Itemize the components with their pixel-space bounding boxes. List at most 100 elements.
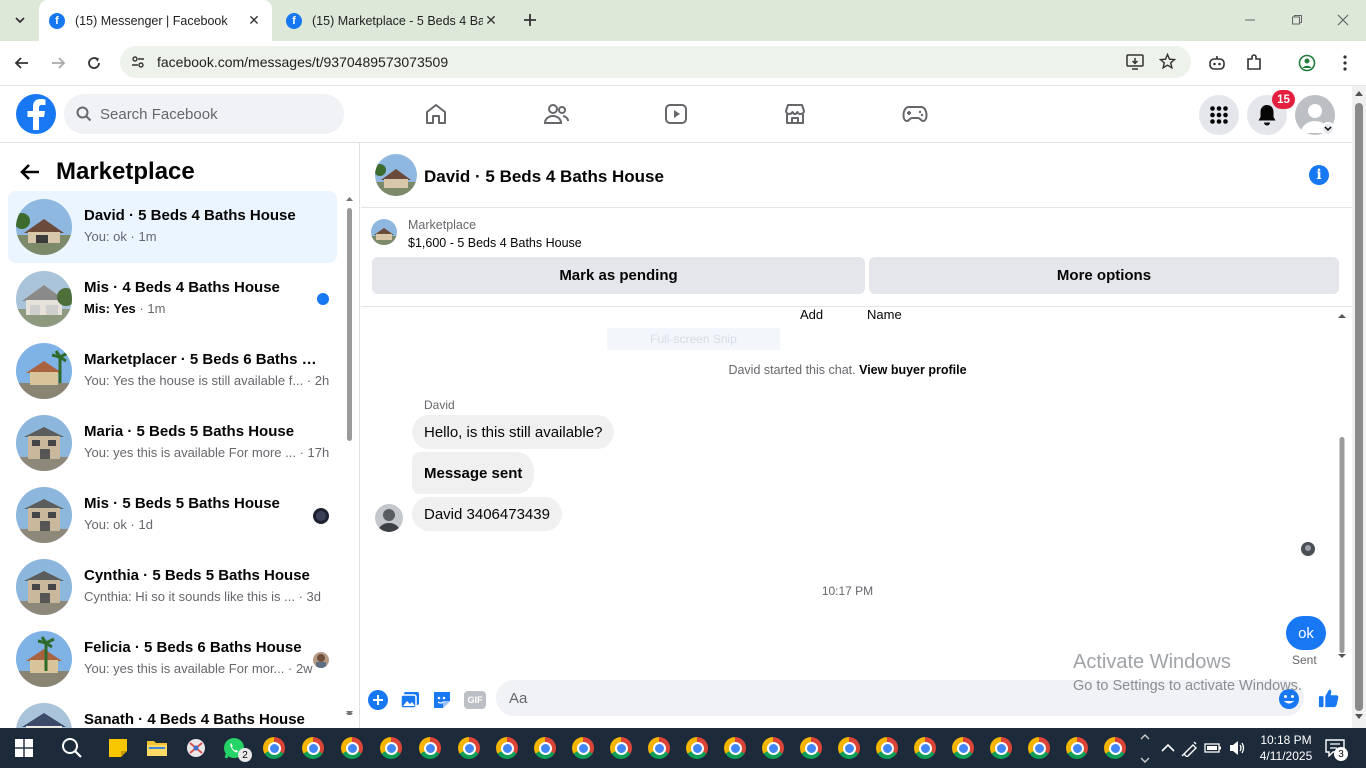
chrome-window-icon[interactable] xyxy=(571,736,595,760)
message-input[interactable]: Aa xyxy=(496,680,1304,716)
tab-marketplace[interactable]: f (15) Marketplace - 5 Beds 4 Baths Hous… xyxy=(276,0,509,41)
message-scrollbar[interactable] xyxy=(1336,309,1348,659)
profile-icon[interactable] xyxy=(1296,52,1318,74)
back-arrow-icon[interactable] xyxy=(11,52,33,74)
info-icon[interactable]: i xyxy=(1309,165,1329,185)
facebook-logo-icon[interactable] xyxy=(16,94,56,134)
address-bar[interactable]: facebook.com/messages/t/9370489573073509 xyxy=(120,46,1191,78)
more-options-button[interactable]: More options xyxy=(869,257,1339,294)
close-tab-icon[interactable]: ✕ xyxy=(246,12,262,29)
friends-icon[interactable] xyxy=(542,100,570,128)
message-bubble[interactable]: Message sent xyxy=(412,452,535,494)
chrome-window-icon[interactable] xyxy=(799,736,823,760)
site-settings-icon[interactable] xyxy=(131,55,145,69)
more-actions-plus-icon[interactable] xyxy=(367,689,389,711)
message-bubble[interactable]: David 3406473439 xyxy=(412,497,562,531)
conversation-item[interactable]: Cynthia · 5 Beds 5 Baths House Cynthia: … xyxy=(8,551,337,623)
copilot-icon[interactable] xyxy=(1206,52,1228,74)
marketplace-icon[interactable] xyxy=(781,100,809,128)
bookmark-star-icon[interactable] xyxy=(1159,53,1176,70)
home-icon[interactable] xyxy=(422,100,450,128)
gif-icon[interactable]: GIF xyxy=(463,689,487,711)
chat-title[interactable]: David · 5 Beds 4 Baths House xyxy=(424,167,664,187)
chrome-window-icon[interactable] xyxy=(761,736,785,760)
chrome-window-icon[interactable] xyxy=(913,736,937,760)
volume-icon[interactable] xyxy=(1225,736,1249,760)
view-buyer-profile-link[interactable]: View buyer profile xyxy=(859,363,966,377)
chrome-window-icon[interactable] xyxy=(685,736,709,760)
chrome-window-icon[interactable] xyxy=(1027,736,1051,760)
facebook-header: Search Facebook xyxy=(0,86,1352,143)
page-scrollbar[interactable] xyxy=(1352,86,1366,728)
forward-arrow-icon[interactable] xyxy=(47,52,69,74)
chrome-window-icon[interactable] xyxy=(1065,736,1089,760)
watch-video-icon[interactable] xyxy=(662,100,690,128)
chrome-window-icon[interactable] xyxy=(1103,736,1127,760)
conversation-item[interactable]: Marketplacer · 5 Beds 6 Baths H... You: … xyxy=(8,335,337,407)
chrome-window-icon[interactable] xyxy=(951,736,975,760)
chrome-window-icon[interactable] xyxy=(533,736,557,760)
conversation-item[interactable]: Sanath · 4 Beds 4 Baths House xyxy=(8,695,337,728)
listing-price-title[interactable]: $1,600 - 5 Beds 4 Baths House xyxy=(408,236,582,250)
browser-menu-icon[interactable] xyxy=(1334,52,1356,74)
taskbar-search-icon[interactable] xyxy=(60,736,84,760)
sender-avatar[interactable] xyxy=(375,504,403,532)
chrome-window-icon[interactable] xyxy=(340,736,364,760)
gaming-icon[interactable] xyxy=(901,100,929,128)
snip-toolbar-name[interactable]: Name xyxy=(867,307,902,322)
chat-header: David · 5 Beds 4 Baths House i xyxy=(361,143,1352,208)
message-bubble[interactable]: Hello, is this still available? xyxy=(412,415,615,449)
chrome-window-icon[interactable] xyxy=(418,736,442,760)
sticky-notes-icon[interactable] xyxy=(106,736,130,760)
chrome-window-icon[interactable] xyxy=(837,736,861,760)
tab-search-chevron-icon[interactable] xyxy=(8,8,32,32)
emoji-icon[interactable] xyxy=(1278,688,1300,710)
snipping-tool-icon[interactable] xyxy=(184,736,208,760)
back-arrow-icon[interactable] xyxy=(20,163,40,181)
tab-messenger[interactable]: f (15) Messenger | Facebook ✕ xyxy=(39,0,272,41)
menu-grid-icon[interactable] xyxy=(1199,95,1239,135)
pen-ink-icon[interactable] xyxy=(1178,736,1202,760)
listing-thumbnail[interactable] xyxy=(371,219,397,245)
install-app-icon[interactable] xyxy=(1126,54,1144,70)
conversation-item[interactable]: Mis · 4 Beds 4 Baths House Mis: Yes · 1m xyxy=(8,263,337,335)
close-window-icon[interactable] xyxy=(1333,10,1353,30)
chrome-window-icon[interactable] xyxy=(262,736,286,760)
taskbar-overflow-arrows[interactable] xyxy=(1139,730,1151,766)
chrome-window-icon[interactable] xyxy=(379,736,403,760)
conversation-item[interactable]: Maria · 5 Beds 5 Baths House You: yes th… xyxy=(8,407,337,479)
windows-start-icon[interactable] xyxy=(12,736,36,760)
reload-icon[interactable] xyxy=(83,52,105,74)
chat-avatar[interactable] xyxy=(375,154,417,196)
chrome-window-icon[interactable] xyxy=(495,736,519,760)
conversation-item[interactable]: Mis · 5 Beds 5 Baths House You: ok · 1d xyxy=(8,479,337,551)
restore-icon[interactable] xyxy=(1287,10,1307,30)
attach-photo-icon[interactable] xyxy=(399,689,421,711)
sticker-icon[interactable] xyxy=(431,689,453,711)
close-tab-icon[interactable]: ✕ xyxy=(483,12,499,29)
search-input[interactable]: Search Facebook xyxy=(64,94,344,134)
tab-title: (15) Marketplace - 5 Beds 4 Baths House xyxy=(312,13,483,28)
new-tab-icon[interactable] xyxy=(518,8,542,32)
chrome-window-icon[interactable] xyxy=(723,736,747,760)
sidebar-scrollbar[interactable] xyxy=(345,195,354,715)
file-explorer-icon[interactable] xyxy=(145,736,169,760)
my-message-bubble[interactable]: ok xyxy=(1286,616,1326,650)
battery-icon[interactable] xyxy=(1201,736,1225,760)
conversation-item[interactable]: Felicia · 5 Beds 6 Baths House You: yes … xyxy=(8,623,337,695)
show-hidden-icons-chevron-icon[interactable] xyxy=(1156,736,1180,760)
system-clock[interactable]: 10:18 PM 4/11/2025 xyxy=(1256,732,1316,764)
mark-as-pending-button[interactable]: Mark as pending xyxy=(372,257,865,294)
snip-toolbar-add[interactable]: Add xyxy=(800,307,823,322)
thumbs-up-icon[interactable] xyxy=(1318,687,1340,709)
extensions-icon[interactable] xyxy=(1243,52,1265,74)
chrome-window-icon[interactable] xyxy=(301,736,325,760)
conversation-item[interactable]: David · 5 Beds 4 Baths House You: ok · 1… xyxy=(8,191,337,263)
chrome-window-icon[interactable] xyxy=(457,736,481,760)
chrome-window-icon[interactable] xyxy=(647,736,671,760)
minimize-icon[interactable] xyxy=(1240,10,1260,30)
chrome-window-icon[interactable] xyxy=(609,736,633,760)
chrome-window-icon[interactable] xyxy=(989,736,1013,760)
account-chevron-icon[interactable] xyxy=(1321,122,1335,136)
chrome-window-icon[interactable] xyxy=(875,736,899,760)
